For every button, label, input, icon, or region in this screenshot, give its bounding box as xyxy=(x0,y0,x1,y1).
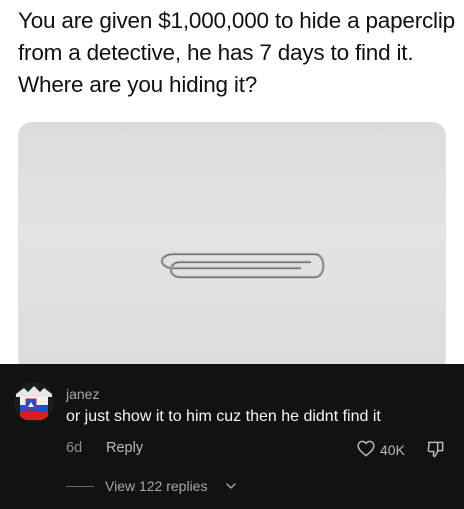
chevron-down-icon[interactable] xyxy=(226,482,236,490)
comment-age: 6d xyxy=(66,440,83,456)
avatar[interactable] xyxy=(14,382,54,422)
post-text: You are given $1,000,000 to hide a paper… xyxy=(18,8,455,97)
paperclip-photo xyxy=(18,122,446,372)
heart-icon[interactable] xyxy=(357,440,375,457)
slovenia-flag-icon xyxy=(14,382,54,422)
thread-divider xyxy=(66,486,94,487)
comment-username[interactable]: janez xyxy=(66,386,99,402)
comment-text: or just show it to him cuz then he didnt… xyxy=(66,408,381,425)
like-count: 40K xyxy=(380,442,405,458)
dislike-icon[interactable] xyxy=(426,439,446,459)
paperclip-image xyxy=(160,252,325,279)
view-replies-button[interactable]: View 122 replies xyxy=(105,478,207,494)
comment-panel: janez or just show it to him cuz then he… xyxy=(0,364,464,509)
reply-button[interactable]: Reply xyxy=(106,440,143,456)
post-area: You are given $1,000,000 to hide a paper… xyxy=(0,0,464,372)
